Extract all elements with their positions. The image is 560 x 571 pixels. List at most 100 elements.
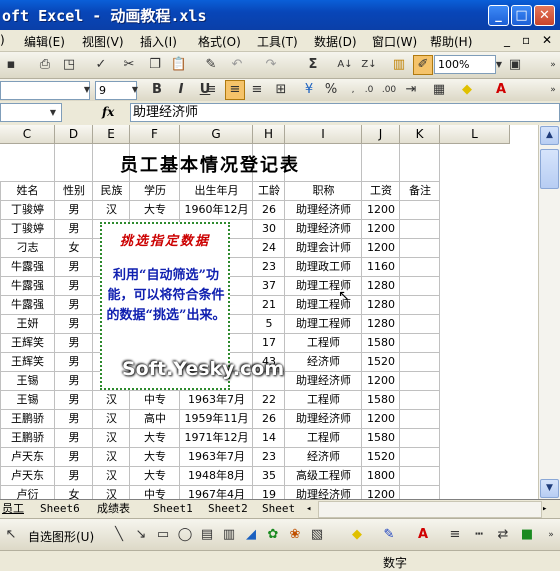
- picture-icon[interactable]: ▧: [308, 526, 326, 544]
- horizontal-scrollbar[interactable]: [318, 501, 542, 518]
- table-cell[interactable]: 高中: [130, 409, 180, 428]
- table-cell[interactable]: 女: [55, 485, 93, 499]
- table-cell[interactable]: 王辉笑: [0, 352, 55, 371]
- column-header-f[interactable]: F: [130, 125, 180, 144]
- tab-employee[interactable]: 员工: [2, 501, 24, 517]
- worksheet-grid[interactable]: CDEFGHIJKL 员工基本情况登记表 姓名 性别 民族 学历 出生年月 工龄 职称 工资备…: [0, 125, 538, 499]
- table-cell[interactable]: 助理经济师: [285, 409, 362, 428]
- table-cell[interactable]: 大专: [130, 447, 180, 466]
- font-color-drawing-icon[interactable]: A: [414, 526, 432, 544]
- table-cell[interactable]: 王妍: [0, 314, 55, 333]
- table-cell[interactable]: 汉: [93, 390, 130, 409]
- scroll-thumb[interactable]: [540, 149, 559, 189]
- shadow-icon[interactable]: ■: [518, 526, 536, 544]
- table-cell[interactable]: 汉: [93, 447, 130, 466]
- table-cell[interactable]: 1580: [362, 333, 400, 352]
- table-cell[interactable]: 助理工程师: [285, 295, 362, 314]
- font-name-select[interactable]: [0, 81, 90, 100]
- table-cell[interactable]: 大专: [130, 428, 180, 447]
- column-header-k[interactable]: K: [400, 125, 440, 144]
- tab-sheet1[interactable]: Sheet1: [153, 501, 193, 517]
- table-cell[interactable]: 23: [253, 447, 285, 466]
- table-cell[interactable]: [400, 371, 440, 390]
- sort-ascending-icon[interactable]: A↓: [336, 56, 354, 74]
- menu-window[interactable]: 窗口(W): [372, 33, 417, 50]
- table-cell[interactable]: 经济师: [285, 447, 362, 466]
- menu-tools[interactable]: 工具(T): [257, 33, 298, 50]
- table-cell[interactable]: 助理工程师: [285, 314, 362, 333]
- table-cell[interactable]: 男: [55, 276, 93, 295]
- column-header-g[interactable]: G: [180, 125, 253, 144]
- font-color-icon[interactable]: A: [492, 81, 510, 99]
- table-cell[interactable]: 1520: [362, 447, 400, 466]
- table-cell[interactable]: 1200: [362, 238, 400, 257]
- table-cell[interactable]: 中专: [130, 390, 180, 409]
- align-right-icon[interactable]: ≡: [248, 81, 266, 99]
- borders-icon[interactable]: ▦: [430, 81, 448, 99]
- table-cell[interactable]: [400, 428, 440, 447]
- diagram-icon[interactable]: ✿: [264, 526, 282, 544]
- align-center-icon[interactable]: ≡: [225, 80, 245, 100]
- fill-color-icon[interactable]: ◆: [458, 81, 476, 99]
- table-cell[interactable]: 卢天东: [0, 466, 55, 485]
- table-cell[interactable]: [400, 390, 440, 409]
- table-cell[interactable]: 1580: [362, 390, 400, 409]
- table-cell[interactable]: [400, 314, 440, 333]
- table-cell[interactable]: 1967年4月: [180, 485, 253, 499]
- table-cell[interactable]: [400, 200, 440, 219]
- header-cell[interactable]: 学历: [130, 181, 180, 200]
- table-cell[interactable]: 汉: [93, 409, 130, 428]
- table-cell[interactable]: [400, 409, 440, 428]
- table-cell[interactable]: 工程师: [285, 333, 362, 352]
- table-cell[interactable]: 14: [253, 428, 285, 447]
- table-cell[interactable]: 高级工程师: [285, 466, 362, 485]
- oval-icon[interactable]: ◯: [176, 526, 194, 544]
- table-cell[interactable]: 牛露强: [0, 295, 55, 314]
- camera-icon[interactable]: ▣: [506, 56, 524, 74]
- table-cell[interactable]: 男: [55, 447, 93, 466]
- table-cell[interactable]: 女: [55, 238, 93, 257]
- table-cell[interactable]: 助理政工师: [285, 257, 362, 276]
- table-cell[interactable]: 1200: [362, 200, 400, 219]
- table-cell[interactable]: 大专: [130, 200, 180, 219]
- table-cell[interactable]: 1963年7月: [180, 447, 253, 466]
- table-cell[interactable]: 助理经济师: [285, 200, 362, 219]
- table-cell[interactable]: 汉: [93, 428, 130, 447]
- indent-icon[interactable]: ⇥: [402, 81, 420, 99]
- table-cell[interactable]: 刁志: [0, 238, 55, 257]
- table-cell[interactable]: 23: [253, 257, 285, 276]
- header-cell[interactable]: 工龄: [253, 181, 285, 200]
- table-cell[interactable]: 男: [55, 409, 93, 428]
- table-cell[interactable]: 王锡: [0, 371, 55, 390]
- line-icon[interactable]: ╲: [110, 526, 128, 544]
- table-cell[interactable]: 1960年12月: [180, 200, 253, 219]
- menu-help[interactable]: 帮助(H): [430, 33, 472, 50]
- maximize-button[interactable]: □: [511, 5, 532, 26]
- table-cell[interactable]: 男: [55, 219, 93, 238]
- table-cell[interactable]: 男: [55, 390, 93, 409]
- table-cell[interactable]: [400, 219, 440, 238]
- tab-scroll-icon[interactable]: ◂: [306, 501, 311, 517]
- table-cell[interactable]: 1200: [362, 409, 400, 428]
- increase-decimal-icon[interactable]: .0: [360, 81, 378, 99]
- table-cell[interactable]: 26: [253, 409, 285, 428]
- align-left-icon[interactable]: ≡: [202, 81, 220, 99]
- doc-restore-icon[interactable]: ▫: [522, 33, 530, 47]
- table-cell[interactable]: 助理经济师: [285, 371, 362, 390]
- menu-insert[interactable]: 插入(I): [140, 33, 177, 50]
- line-style-icon[interactable]: ≡: [446, 526, 464, 544]
- table-cell[interactable]: 35: [253, 466, 285, 485]
- column-header-l[interactable]: L: [440, 125, 510, 144]
- table-cell[interactable]: 中专: [130, 485, 180, 499]
- doc-close-button[interactable]: ✕: [542, 33, 552, 47]
- close-button[interactable]: ✕: [534, 5, 555, 26]
- table-cell[interactable]: 助理会计师: [285, 238, 362, 257]
- format-painter-icon[interactable]: ✎: [202, 56, 220, 74]
- print-icon[interactable]: ⎙: [36, 56, 54, 74]
- table-cell[interactable]: 19: [253, 485, 285, 499]
- table-cell[interactable]: 助理工程师: [285, 276, 362, 295]
- undo-icon[interactable]: ↶: [228, 56, 246, 74]
- clipart-icon[interactable]: ❀: [286, 526, 304, 544]
- table-cell[interactable]: 37: [253, 276, 285, 295]
- chart-wizard-icon[interactable]: ▥: [390, 56, 408, 74]
